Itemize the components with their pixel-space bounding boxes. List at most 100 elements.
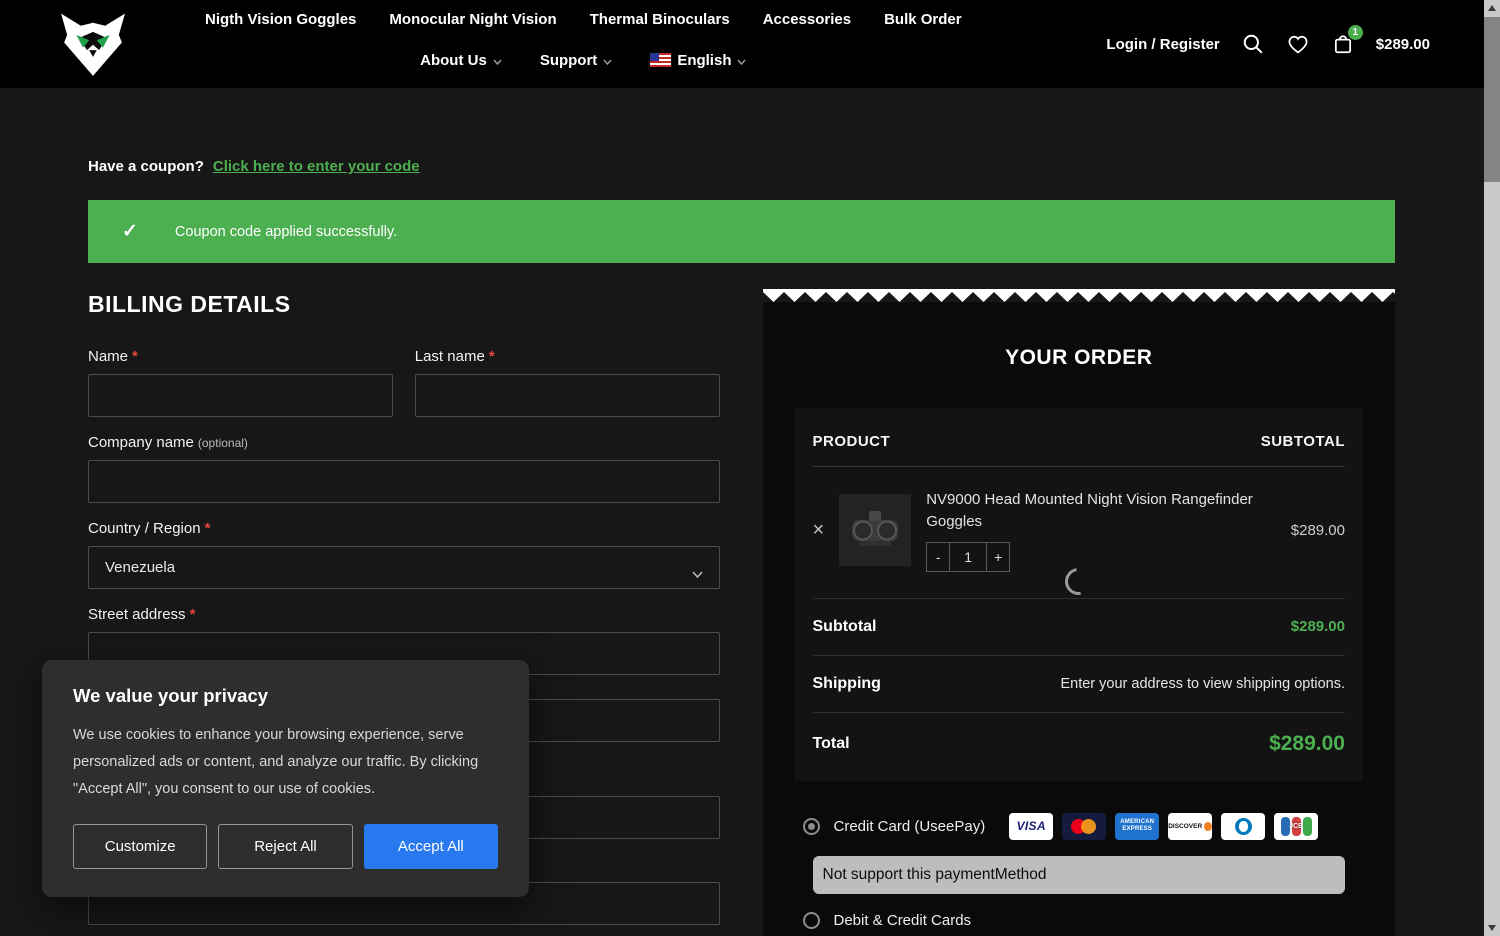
last-name-label-text: Last name <box>414 348 485 365</box>
debit-credit-option: Debit & Credit Cards <box>795 904 1364 936</box>
subtotal-column-header: SUBTOTAL <box>1260 433 1345 450</box>
nav-item-about-us[interactable]: About Us <box>420 50 502 70</box>
shipping-note: Enter your address to view shipping opti… <box>1060 675 1345 692</box>
coupon-link[interactable]: Click here to enter your code <box>213 158 420 175</box>
product-name[interactable]: NV9000 Head Mounted Night Vision Rangefi… <box>926 489 1266 533</box>
jcb-icon: JCB <box>1274 812 1319 840</box>
required-asterisk: * <box>189 606 196 623</box>
check-icon: ✓ <box>122 221 138 242</box>
diners-club-icon <box>1221 812 1266 840</box>
quantity-value[interactable]: 1 <box>950 541 987 572</box>
quantity-increase-button[interactable]: + <box>986 541 1011 572</box>
cart-icon[interactable]: 1 <box>1331 25 1363 56</box>
wishlist-heart-icon[interactable] <box>1286 32 1310 56</box>
cookie-consent-dialog: We value your privacy We use cookies to … <box>42 660 529 898</box>
scroll-up-arrow[interactable] <box>1484 0 1500 16</box>
shipping-row: Shipping Enter your address to view ship… <box>812 656 1345 713</box>
product-info: NV9000 Head Mounted Night Vision Rangefi… <box>926 489 1276 572</box>
billing-title: BILLING DETAILS <box>88 291 291 317</box>
nav-primary: Nigth Vision Goggles Monocular Night Vis… <box>205 11 962 28</box>
product-column-header: PRODUCT <box>812 433 891 450</box>
required-asterisk: * <box>488 348 495 365</box>
accept-all-button[interactable]: Accept All <box>363 824 498 870</box>
subtotal-row: Subtotal $289.00 <box>812 599 1345 656</box>
mastercard-icon <box>1062 812 1107 840</box>
page-scrollbar[interactable] <box>1484 0 1500 936</box>
site-header: Nigth Vision Goggles Monocular Night Vis… <box>0 0 1500 88</box>
debit-credit-radio[interactable] <box>802 911 820 929</box>
name-row: Name * Last name * <box>88 348 720 417</box>
chevron-down-icon <box>603 52 612 70</box>
remove-item-button[interactable]: × <box>813 520 825 540</box>
street-label-text: Street address <box>88 606 186 623</box>
chevron-down-icon <box>737 52 747 70</box>
country-field-group: Country / Region * Venezuela <box>88 520 720 589</box>
name-input[interactable] <box>88 374 393 417</box>
company-label-text: Company name <box>88 434 194 451</box>
total-label: Total <box>812 734 850 752</box>
last-name-label: Last name * <box>415 348 720 365</box>
nav-item-accessories[interactable]: Accessories <box>763 11 851 28</box>
name-label: Name * <box>88 348 393 365</box>
page: Nigth Vision Goggles Monocular Night Vis… <box>0 0 1500 936</box>
notice-text: Not support this paymentMethod <box>822 865 1047 883</box>
zigzag-edge <box>762 289 1395 302</box>
login-register-link[interactable]: Login / Register <box>1106 36 1219 53</box>
coupon-prompt: Have a coupon? <box>88 158 204 175</box>
required-asterisk: * <box>204 520 211 537</box>
country-label: Country / Region * <box>88 520 720 537</box>
language-switcher[interactable]: English <box>650 50 747 70</box>
total-row: Total $289.00 <box>813 713 1346 775</box>
discover-icon: DISCOVER <box>1168 812 1213 840</box>
country-select[interactable]: Venezuela <box>88 546 720 589</box>
order-summary-column: YOUR ORDER PRODUCT SUBTOTAL × NV9000 Hea… <box>762 289 1395 936</box>
payment-methods: Credit Card (UseePay) VISA AMERICAN EXPR… <box>795 805 1364 936</box>
shipping-label: Shipping <box>812 674 881 692</box>
order-item-row: × NV9000 Head Mounted Night Vision Range… <box>812 467 1345 599</box>
nav-item-bulk-order[interactable]: Bulk Order <box>884 11 962 28</box>
last-name-input[interactable] <box>414 374 720 417</box>
payment-not-supported-notice: Not support this paymentMethod <box>812 855 1345 894</box>
credit-card-radio[interactable] <box>802 817 820 835</box>
nav-item-monocular-night-vision[interactable]: Monocular Night Vision <box>389 11 556 28</box>
nav-secondary: About Us Support English <box>420 50 747 70</box>
product-thumbnail[interactable] <box>839 494 912 567</box>
cart-count-badge: 1 <box>1347 25 1363 40</box>
reject-all-button[interactable]: Reject All <box>218 824 353 870</box>
jcb-text: JCB <box>1289 822 1304 830</box>
us-flag-icon <box>650 53 672 67</box>
about-us-label: About Us <box>420 51 487 69</box>
country-selected-value: Venezuela <box>105 559 176 576</box>
order-table: PRODUCT SUBTOTAL × NV9000 Head Mounted N… <box>794 408 1363 781</box>
subtotal-value: $289.00 <box>1290 618 1345 635</box>
company-label: Company name (optional) <box>88 434 720 451</box>
quantity-stepper: - 1 + <box>926 541 1276 572</box>
nav-item-support[interactable]: Support <box>540 50 613 70</box>
search-icon[interactable] <box>1241 32 1265 56</box>
cart-total[interactable]: $289.00 <box>1376 36 1430 53</box>
header-actions: Login / Register 1 $289.00 <box>1106 0 1430 88</box>
credit-card-label[interactable]: Credit Card (UseePay) <box>834 818 986 835</box>
required-asterisk: * <box>132 348 138 365</box>
nav-item-thermal-binoculars[interactable]: Thermal Binoculars <box>590 11 730 28</box>
scrollbar-thumb[interactable] <box>1484 17 1500 182</box>
language-label: English <box>677 51 732 69</box>
quantity-decrease-button[interactable]: - <box>926 541 951 572</box>
order-title: YOUR ORDER <box>1005 346 1153 369</box>
customize-button[interactable]: Customize <box>73 824 208 870</box>
coupon-success-message: Coupon code applied successfully. <box>174 223 398 240</box>
name-label-text: Name <box>88 348 129 365</box>
discover-text: DISCOVER <box>1168 822 1203 830</box>
company-input[interactable] <box>88 460 720 503</box>
nav-item-night-vision-goggles[interactable]: Nigth Vision Goggles <box>205 11 356 28</box>
scroll-down-arrow[interactable] <box>1484 920 1500 936</box>
cookie-dialog-title: We value your privacy <box>73 685 269 706</box>
brand-logo[interactable] <box>55 8 131 80</box>
chevron-down-icon <box>691 565 703 582</box>
optional-hint: (optional) <box>197 436 248 450</box>
order-table-header: PRODUCT SUBTOTAL <box>812 425 1345 467</box>
debit-credit-label[interactable]: Debit & Credit Cards <box>834 912 972 929</box>
owl-logo-icon <box>61 13 125 76</box>
main-nav: Nigth Vision Goggles Monocular Night Vis… <box>205 0 962 70</box>
coupon-row: Have a coupon? Click here to enter your … <box>88 158 1500 175</box>
